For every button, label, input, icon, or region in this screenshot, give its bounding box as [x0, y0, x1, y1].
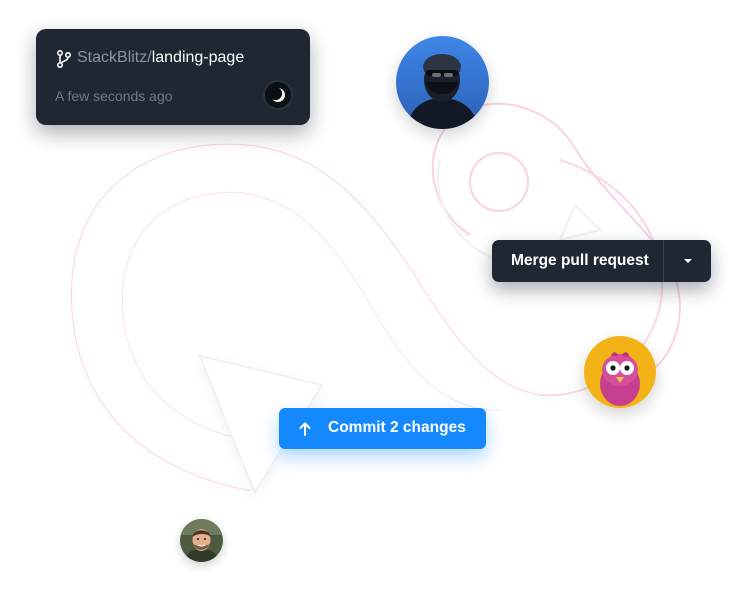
merge-button-group: Merge pull request [492, 240, 711, 282]
canvas: StackBlitz/landing-page A few seconds ag… [0, 0, 747, 590]
merge-pull-request-button[interactable]: Merge pull request [492, 240, 663, 282]
arrow-up-icon [299, 422, 311, 436]
merge-options-dropdown[interactable] [664, 240, 711, 282]
repo-path[interactable]: StackBlitz/landing-page [77, 48, 244, 68]
caret-down-icon [683, 259, 692, 263]
git-branch-icon [57, 50, 72, 68]
moon-avatar [265, 82, 291, 108]
repo-card[interactable]: StackBlitz/landing-page A few seconds ag… [36, 29, 310, 125]
repo-name: landing-page [151, 49, 245, 66]
commit-button-label: Commit 2 changes [328, 419, 466, 436]
repo-owner: StackBlitz [77, 49, 148, 66]
user-avatar-masked[interactable] [396, 36, 489, 129]
commit-changes-button[interactable]: Commit 2 changes [279, 408, 486, 449]
pink-bird-avatar[interactable] [584, 336, 656, 408]
commit-timestamp: A few seconds ago [55, 88, 173, 104]
user-avatar-bearded[interactable] [180, 519, 223, 562]
